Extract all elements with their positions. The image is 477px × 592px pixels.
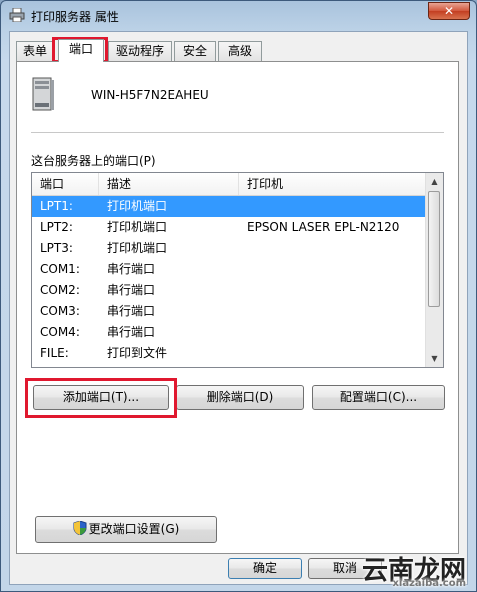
tab-ports[interactable]: 端口 — [58, 39, 104, 62]
description-cell: 打印机端口 — [107, 199, 168, 213]
tab-advanced[interactable]: 高级 — [218, 41, 262, 61]
tab-drivers[interactable]: 驱动程序 — [108, 41, 172, 61]
port-cell: COM3: — [40, 304, 80, 318]
server-name: WIN-H5F7N2EAHEU — [91, 88, 209, 102]
ports-list[interactable]: 端口 描述 打印机 LPT1: 打印机端口 LPT2: 打印机端口 EPSON LASE… — [31, 172, 444, 368]
description-cell: 串行端口 — [107, 325, 156, 339]
watermark-subtext: xiazaiba.com — [392, 578, 466, 589]
column-header-port[interactable]: 端口 — [32, 173, 99, 195]
port-cell: FILE: — [40, 346, 69, 360]
add-port-highlight — [25, 378, 177, 418]
button-label: 配置端口(C)... — [339, 390, 418, 404]
button-label: 更改端口设置(G) — [88, 522, 180, 536]
table-row[interactable]: COM2: 串行端口 — [32, 280, 427, 301]
watermark: 云南龙网 xiazaiba.com — [362, 550, 466, 589]
button-label: 取消 — [332, 561, 357, 575]
change-port-settings-button[interactable]: 更改端口设置(G) — [35, 516, 217, 543]
table-row[interactable]: FILE: 打印到文件 — [32, 343, 427, 364]
port-cell: COM1: — [40, 262, 80, 276]
column-header-description[interactable]: 描述 — [99, 173, 239, 195]
port-cell: COM2: — [40, 283, 80, 297]
dialog-window: 打印服务器 属性 ✕ 表单 端口 驱动程序 安全 高级 WIN-H5F7N2EA… — [0, 0, 477, 592]
column-label: 端口 — [40, 177, 65, 191]
shield-icon — [73, 521, 87, 535]
title-bar[interactable]: 打印服务器 属性 ✕ — [1, 1, 476, 31]
port-cell: LPT1: — [40, 199, 73, 213]
port-cell: LPT2: — [40, 220, 73, 234]
divider — [31, 132, 444, 133]
server-icon — [32, 77, 54, 111]
description-cell: 打印机端口 — [107, 241, 168, 255]
scroll-up-icon[interactable]: ▲ — [426, 173, 443, 190]
tab-label: 高级 — [227, 44, 252, 58]
table-row[interactable]: LPT2: 打印机端口 EPSON LASER EPL-N2120 — [32, 217, 427, 238]
table-row[interactable]: COM1: 串行端口 — [32, 259, 427, 280]
description-cell: 打印机端口 — [107, 220, 168, 234]
table-row[interactable]: COM3: 串行端口 — [32, 301, 427, 322]
ports-tab-panel: WIN-H5F7N2EAHEU 这台服务器上的端口(P) 端口 描述 打印机 L… — [16, 61, 459, 554]
table-row[interactable]: LPT1: 打印机端口 — [32, 196, 427, 217]
scroll-thumb[interactable] — [428, 191, 440, 307]
delete-port-button[interactable]: 删除端口(D) — [176, 385, 304, 410]
column-label: 打印机 — [247, 177, 284, 191]
scroll-down-icon[interactable]: ▼ — [426, 350, 443, 367]
configure-port-button[interactable]: 配置端口(C)... — [312, 385, 445, 410]
tab-forms[interactable]: 表单 — [16, 41, 54, 61]
description-cell: 串行端口 — [107, 283, 156, 297]
description-cell: 打印到文件 — [107, 346, 168, 360]
port-cell: LPT3: — [40, 241, 73, 255]
button-label: 确定 — [252, 561, 277, 575]
tab-label: 驱动程序 — [115, 44, 164, 58]
tab-label: 安全 — [182, 44, 207, 58]
dialog-body: 表单 端口 驱动程序 安全 高级 WIN-H5F7N2EAHEU 这台服务器上的… — [9, 31, 468, 585]
tab-label: 表单 — [22, 44, 47, 58]
ok-button[interactable]: 确定 — [228, 558, 302, 579]
column-header-printer[interactable]: 打印机 — [239, 173, 427, 195]
printer-icon — [9, 8, 25, 22]
window-title: 打印服务器 属性 — [31, 10, 119, 24]
table-row[interactable]: COM4: 串行端口 — [32, 322, 427, 343]
table-row[interactable]: LPT3: 打印机端口 — [32, 238, 427, 259]
close-icon: ✕ — [443, 4, 455, 18]
port-cell: COM4: — [40, 325, 80, 339]
column-label: 描述 — [107, 177, 132, 191]
close-button[interactable]: ✕ — [428, 2, 470, 20]
list-header: 端口 描述 打印机 — [32, 173, 427, 196]
ports-list-label: 这台服务器上的端口(P) — [31, 154, 156, 168]
button-label: 删除端口(D) — [206, 390, 274, 404]
description-cell: 串行端口 — [107, 262, 156, 276]
tab-label: 端口 — [68, 42, 93, 56]
printer-cell: EPSON LASER EPL-N2120 — [247, 220, 400, 234]
tab-security[interactable]: 安全 — [174, 41, 216, 61]
vertical-scrollbar[interactable]: ▲ ▼ — [425, 173, 443, 367]
description-cell: 串行端口 — [107, 304, 156, 318]
